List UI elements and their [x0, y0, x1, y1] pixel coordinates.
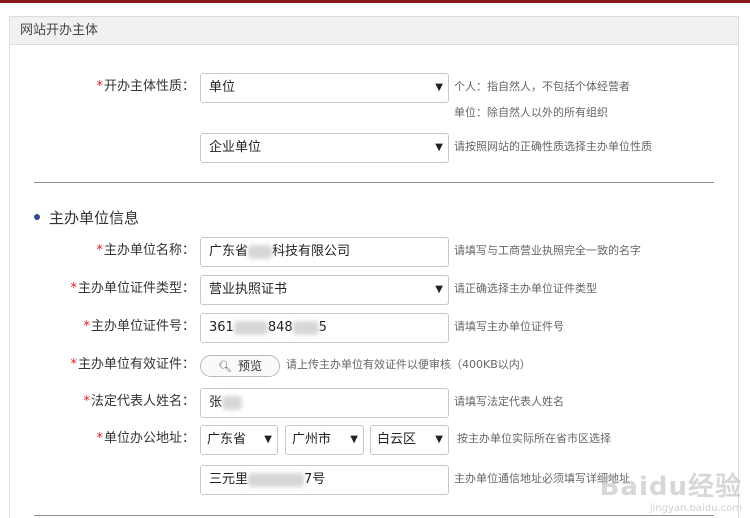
address-label: *单位办公地址： [96, 431, 195, 446]
cert-type-label: *主办单位证件类型： [70, 281, 195, 296]
dropdown-arrow-icon: ▼ [264, 434, 272, 445]
district-select[interactable]: 白云区 ▼ [370, 425, 449, 455]
org-name-hint: 请填写与工商营业执照完全一致的名字 [454, 244, 641, 257]
legal-rep-row: *法定代表人姓名： 张 请填写法定代表人姓名 [10, 388, 740, 420]
unit-type-select[interactable]: 企业单位 ▼ [200, 133, 449, 163]
legal-rep-hint: 请填写法定代表人姓名 [454, 395, 564, 408]
panel-title: 网站开办主体 [10, 17, 738, 45]
city-select[interactable]: 广州市 ▼ [285, 425, 364, 455]
cert-no-row: *主办单位证件号： 361 848 5 请填写主办单位证件号 [10, 313, 740, 345]
owner-nature-label: *开办主体性质： [96, 79, 195, 94]
redacted-text [248, 472, 305, 487]
redacted-text [292, 320, 319, 335]
dropdown-arrow-icon: ▼ [435, 434, 443, 445]
cert-file-row: *主办单位有效证件： 🔍︎ 预览 请上传主办单位有效证件以便审核（400KB以内） [10, 351, 740, 383]
preview-button[interactable]: 🔍︎ 预览 [200, 355, 280, 377]
magnifier-icon: 🔍︎ [218, 360, 232, 373]
owner-nature-hint-2: 单位：除自然人以外的所有组织 [454, 106, 608, 119]
redacted-text [222, 395, 243, 410]
watermark-brand: Baidu经验 [599, 472, 742, 502]
address-detail-input[interactable]: 三元里 7号 [200, 465, 449, 495]
bottom-divider [34, 515, 714, 516]
bullet-dot-icon [34, 213, 40, 220]
cert-file-hint: 请上传主办单位有效证件以便审核（400KB以内） [286, 358, 531, 371]
cert-type-row: *主办单位证件类型： 营业执照证书 ▼ 请正确选择主办单位证件类型 [10, 275, 740, 307]
cert-file-label: *主办单位有效证件： [70, 357, 195, 372]
cert-type-select[interactable]: 营业执照证书 ▼ [200, 275, 449, 305]
watermark-url: jingyan.baidu.com [649, 503, 742, 514]
legal-rep-input[interactable]: 张 [200, 388, 449, 418]
cert-no-hint: 请填写主办单位证件号 [454, 320, 564, 333]
legal-rep-label: *法定代表人姓名： [83, 394, 195, 409]
unit-type-hint: 请按照网站的正确性质选择主办单位性质 [454, 140, 652, 153]
address-hint: 按主办单位实际所在省市区选择 [457, 432, 611, 445]
owner-nature-hint: 个人：指自然人，不包括个体经营者 [454, 80, 630, 93]
redacted-text [248, 244, 273, 259]
cert-no-label: *主办单位证件号： [83, 319, 195, 334]
section-title: 主办单位信息 [34, 207, 139, 228]
dropdown-arrow-icon: ▼ [435, 284, 443, 295]
owner-nature-row: *开办主体性质： 单位 ▼ 个人：指自然人，不包括个体经营者 [10, 73, 740, 105]
baidu-jingyan-watermark: Baidu经验 jingyan.baidu.com [600, 466, 742, 514]
address-row: *单位办公地址： 广东省 ▼ 广州市 ▼ 白云区 ▼ 按主办单位实际所在省市区选… [10, 425, 740, 457]
org-name-row: *主办单位名称： 广东省 科技有限公司 请填写与工商营业执照完全一致的名字 [10, 237, 740, 269]
org-name-input[interactable]: 广东省 科技有限公司 [200, 237, 449, 267]
cert-no-input[interactable]: 361 848 5 [200, 313, 449, 343]
section-divider [34, 182, 714, 183]
redacted-text [233, 320, 268, 335]
unit-type-row: 企业单位 ▼ 请按照网站的正确性质选择主办单位性质 [10, 133, 740, 165]
cert-type-hint: 请正确选择主办单位证件类型 [454, 282, 597, 295]
province-select[interactable]: 广东省 ▼ [200, 425, 278, 455]
dropdown-arrow-icon: ▼ [435, 82, 443, 93]
dropdown-arrow-icon: ▼ [435, 142, 443, 153]
website-owner-panel: 网站开办主体 *开办主体性质： 单位 ▼ 个人：指自然人，不包括个体经营者 单位… [9, 16, 739, 518]
org-name-label: *主办单位名称： [96, 243, 195, 258]
top-accent-bar [0, 0, 750, 3]
owner-nature-select[interactable]: 单位 ▼ [200, 73, 449, 103]
dropdown-arrow-icon: ▼ [350, 434, 358, 445]
